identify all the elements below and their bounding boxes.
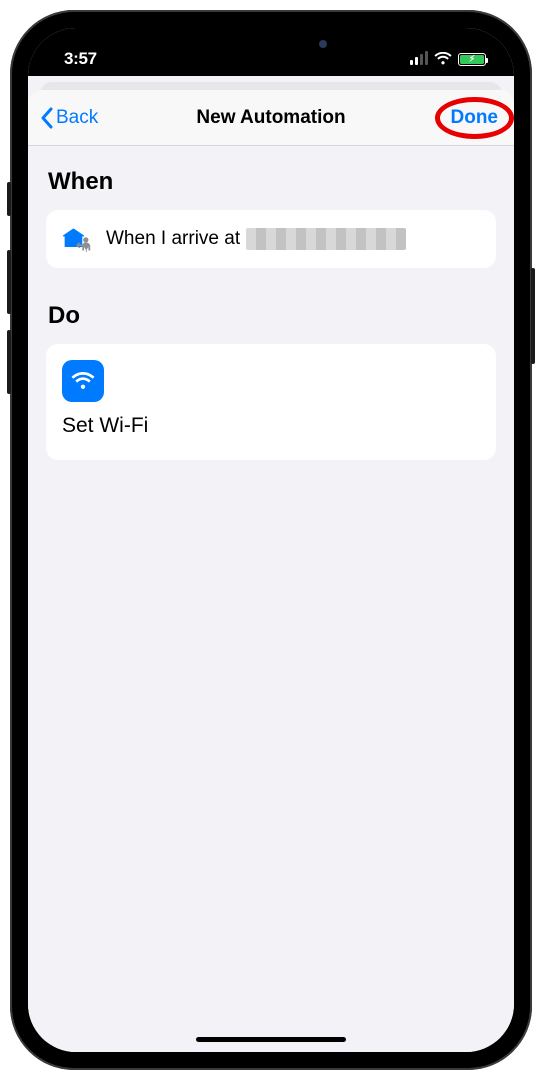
phone-frame: 3:57 ⚡︎ Back New Automation Done: [10, 10, 532, 1070]
cellular-signal-icon: [410, 53, 428, 65]
modal-sheet: Back New Automation Done When: [28, 90, 514, 1052]
when-trigger-prefix: When I arrive at: [106, 228, 240, 250]
side-button: [531, 268, 535, 364]
when-trigger-card[interactable]: When I arrive at: [46, 210, 496, 268]
navigation-bar: Back New Automation Done: [28, 90, 514, 146]
do-action-card[interactable]: Set Wi-Fi: [46, 344, 496, 460]
mute-switch: [7, 182, 11, 216]
volume-up-button: [7, 250, 11, 314]
back-button[interactable]: Back: [36, 101, 102, 135]
status-indicators: ⚡︎: [410, 52, 486, 66]
arrive-home-icon: [62, 226, 92, 252]
chevron-left-icon: [40, 107, 54, 129]
notch: [157, 28, 385, 60]
do-action-label: Set Wi-Fi: [62, 414, 148, 438]
when-heading: When: [48, 168, 496, 196]
screen: 3:57 ⚡︎ Back New Automation Done: [28, 28, 514, 1052]
done-highlight-annotation: [435, 97, 515, 139]
do-heading: Do: [48, 302, 496, 330]
home-indicator[interactable]: [196, 1037, 346, 1042]
battery-charging-icon: ⚡︎: [458, 53, 486, 66]
wifi-action-icon: [62, 360, 104, 402]
back-label: Back: [56, 107, 98, 129]
wifi-status-icon: [434, 52, 452, 66]
page-title: New Automation: [196, 107, 345, 129]
volume-down-button: [7, 330, 11, 394]
content-area: When When I arrive at: [28, 146, 514, 1052]
front-camera-icon: [319, 40, 327, 48]
status-time: 3:57: [64, 49, 97, 69]
when-trigger-text: When I arrive at: [106, 228, 480, 250]
location-redacted: [246, 228, 406, 250]
done-button[interactable]: Done: [445, 103, 505, 133]
